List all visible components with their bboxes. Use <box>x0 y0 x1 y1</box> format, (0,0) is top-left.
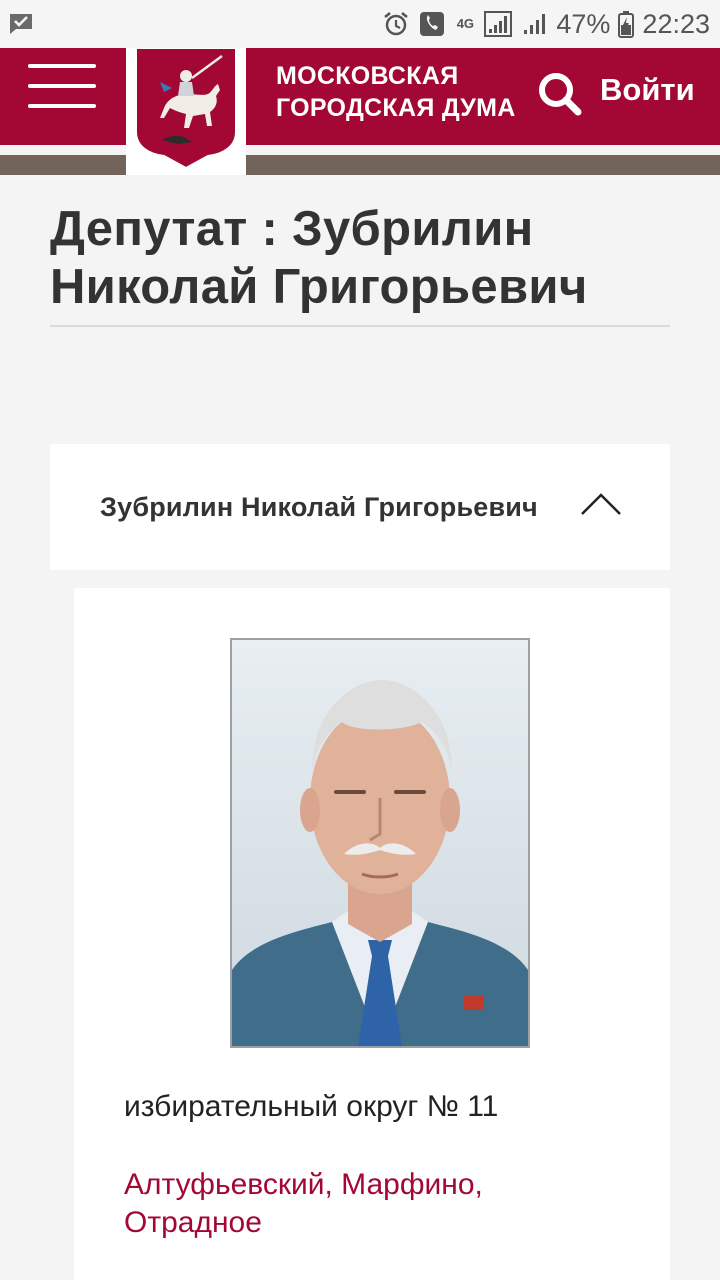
org-name[interactable]: МОСКОВСКАЯ ГОРОДСКАЯ ДУМА <box>276 60 516 124</box>
chevron-up-icon[interactable] <box>580 492 622 516</box>
title-divider <box>50 325 670 327</box>
call-icon <box>420 12 445 36</box>
signal-icon <box>524 14 546 34</box>
deputy-name: Зубрилин Николай Григорьевич <box>100 492 538 522</box>
search-icon <box>539 73 582 116</box>
battery-icon <box>618 11 635 38</box>
4g-icon: 4G <box>456 16 475 31</box>
clock: 22:23 <box>642 8 710 39</box>
status-bar: 4G 47% 22:23 <box>0 0 720 48</box>
logo-link[interactable] <box>126 48 246 175</box>
electoral-district: избирательный округ № 11 <box>124 1090 499 1123</box>
battery-percent: 47% <box>556 8 611 39</box>
alarm-icon <box>384 12 409 36</box>
site-header: МОСКОВСКАЯ ГОРОДСКАЯ ДУМА Войти <box>0 48 720 175</box>
menu-button[interactable] <box>28 60 98 110</box>
deputy-accordion-header[interactable]: Зубрилин Николай Григорьевич <box>50 444 670 570</box>
moscow-coat-of-arms-logo <box>135 48 237 168</box>
notification-check-icon <box>10 14 32 34</box>
login-button[interactable]: Войти <box>600 72 695 108</box>
deputy-photo <box>230 638 530 1048</box>
signal-icon <box>484 11 513 37</box>
page-title: Депутат : Зубрилин Николай Григорьевич <box>50 202 588 314</box>
hamburger-icon <box>28 64 96 68</box>
district-areas-link[interactable]: Алтуфьевский, Марфино, Отрадное <box>124 1166 544 1242</box>
deputy-card: избирательный округ № 11 Алтуфьевский, М… <box>74 588 670 1280</box>
search-button[interactable] <box>536 70 584 118</box>
